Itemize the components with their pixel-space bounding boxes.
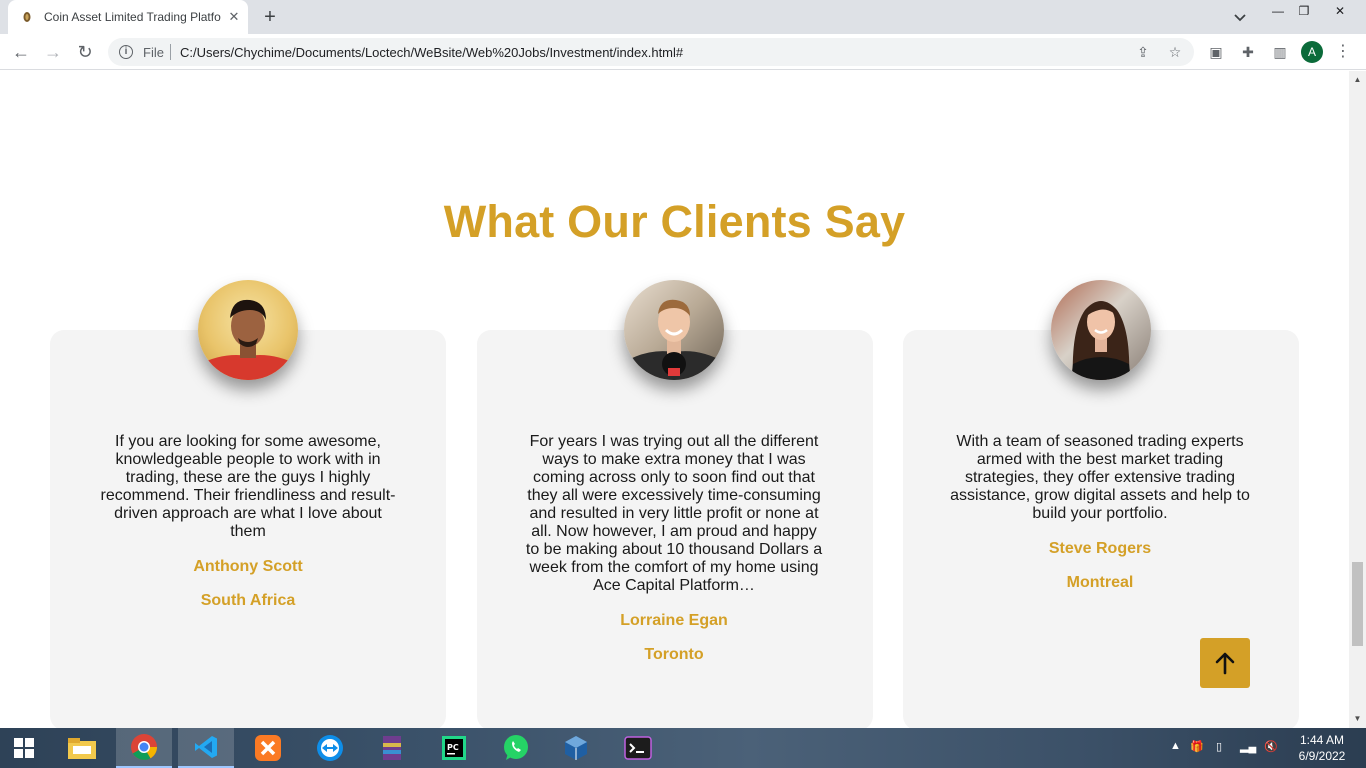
clock-time: 1:44 AM xyxy=(1299,733,1345,747)
client-name: Anthony Scott xyxy=(193,558,303,575)
vscode-icon[interactable] xyxy=(178,728,234,768)
profile-avatar[interactable]: A xyxy=(1301,41,1323,63)
back-to-top-button[interactable] xyxy=(1200,638,1250,688)
xampp-icon[interactable] xyxy=(240,728,296,768)
new-tab-button[interactable]: + xyxy=(258,6,282,28)
client-location: Montreal xyxy=(1066,574,1134,591)
client-avatar-photo xyxy=(1051,280,1151,380)
tab-search-icon[interactable] xyxy=(1229,7,1251,27)
extensions-puzzle-icon[interactable]: ✚ xyxy=(1238,42,1258,62)
pycharm-icon[interactable]: PC xyxy=(426,728,482,768)
address-bar[interactable]: i File C:/Users/Chychime/Documents/Locte… xyxy=(108,38,1194,66)
battery-icon[interactable]: ▯ xyxy=(1216,740,1222,753)
testimonial-quote: If you are looking for some awesome, kno… xyxy=(100,433,396,540)
client-avatar-photo xyxy=(624,280,724,380)
share-icon[interactable]: ⇪ xyxy=(1134,43,1152,61)
file-label: File xyxy=(143,45,164,60)
back-arrow-icon[interactable]: ← xyxy=(8,39,34,65)
client-location: Toronto xyxy=(644,646,704,663)
tab-title: Coin Asset Limited Trading Platfo xyxy=(44,10,221,24)
scrollbar-thumb[interactable] xyxy=(1352,562,1363,646)
taskbar-clock[interactable]: 1:44 AM 6/9/2022 xyxy=(1288,732,1356,764)
windows-taskbar: PC ▲ 🎁 ▯ ▂▄ 🔇 1:44 AM 6/9/2022 xyxy=(0,728,1366,768)
start-windows-icon[interactable] xyxy=(0,728,48,768)
clock-date: 6/9/2022 xyxy=(1298,749,1346,763)
browser-toolbar: ← → ↻ i File C:/Users/Chychime/Documents… xyxy=(0,34,1366,70)
network-icon[interactable]: ▂▄ xyxy=(1240,740,1256,753)
testimonial-quote: For years I was trying out all the diffe… xyxy=(525,433,823,594)
restore-icon[interactable]: ❐ xyxy=(1284,0,1324,24)
page-scrollbar[interactable]: ▲ ▼ xyxy=(1349,71,1366,728)
client-name: Lorraine Egan xyxy=(620,612,728,629)
scroll-down-icon[interactable]: ▼ xyxy=(1349,712,1366,726)
svg-text:PC: PC xyxy=(447,743,459,752)
section-title: What Our Clients Say xyxy=(443,196,906,247)
translate-extension-icon[interactable]: ▣ xyxy=(1206,42,1226,62)
testimonial-quote: With a team of seasoned trading experts … xyxy=(950,433,1250,522)
virtualbox-icon[interactable] xyxy=(548,728,604,768)
forward-arrow-icon[interactable]: → xyxy=(40,39,66,65)
side-panel-icon[interactable]: ▥ xyxy=(1270,42,1290,62)
client-location: South Africa xyxy=(200,592,296,609)
terminal-icon[interactable] xyxy=(610,728,666,768)
close-tab-icon[interactable]: ✕ xyxy=(226,9,242,25)
url-text[interactable]: C:/Users/Chychime/Documents/Loctech/WeBs… xyxy=(180,45,683,60)
whatsapp-icon[interactable] xyxy=(488,728,544,768)
window-close-icon[interactable]: ✕ xyxy=(1320,0,1360,24)
info-icon[interactable]: i xyxy=(119,45,133,59)
divider xyxy=(170,44,171,60)
reload-icon[interactable]: ↻ xyxy=(72,39,98,65)
chrome-icon[interactable] xyxy=(116,728,172,768)
tab-strip: Coin Asset Limited Trading Platfo ✕ + — … xyxy=(0,0,1366,34)
browser-menu-icon[interactable]: ⋮ xyxy=(1333,42,1353,62)
notification-app-icon[interactable]: 🎁 xyxy=(1190,740,1204,753)
teamviewer-icon[interactable] xyxy=(302,728,358,768)
bookmark-star-icon[interactable]: ☆ xyxy=(1166,43,1184,61)
client-name: Steve Rogers xyxy=(1048,540,1152,557)
show-hidden-icons-icon[interactable]: ▲ xyxy=(1170,740,1181,752)
scroll-up-icon[interactable]: ▲ xyxy=(1349,73,1366,87)
client-avatar-photo xyxy=(198,280,298,380)
arrow-up-icon xyxy=(1215,652,1235,675)
winrar-icon[interactable] xyxy=(364,728,420,768)
browser-tab[interactable]: Coin Asset Limited Trading Platfo ✕ xyxy=(8,0,248,34)
file-explorer-icon[interactable] xyxy=(54,728,110,768)
page-viewport: What Our Clients Say If you are looking … xyxy=(0,71,1366,728)
volume-muted-icon[interactable]: 🔇 xyxy=(1264,740,1278,753)
coin-favicon-icon xyxy=(23,12,31,22)
